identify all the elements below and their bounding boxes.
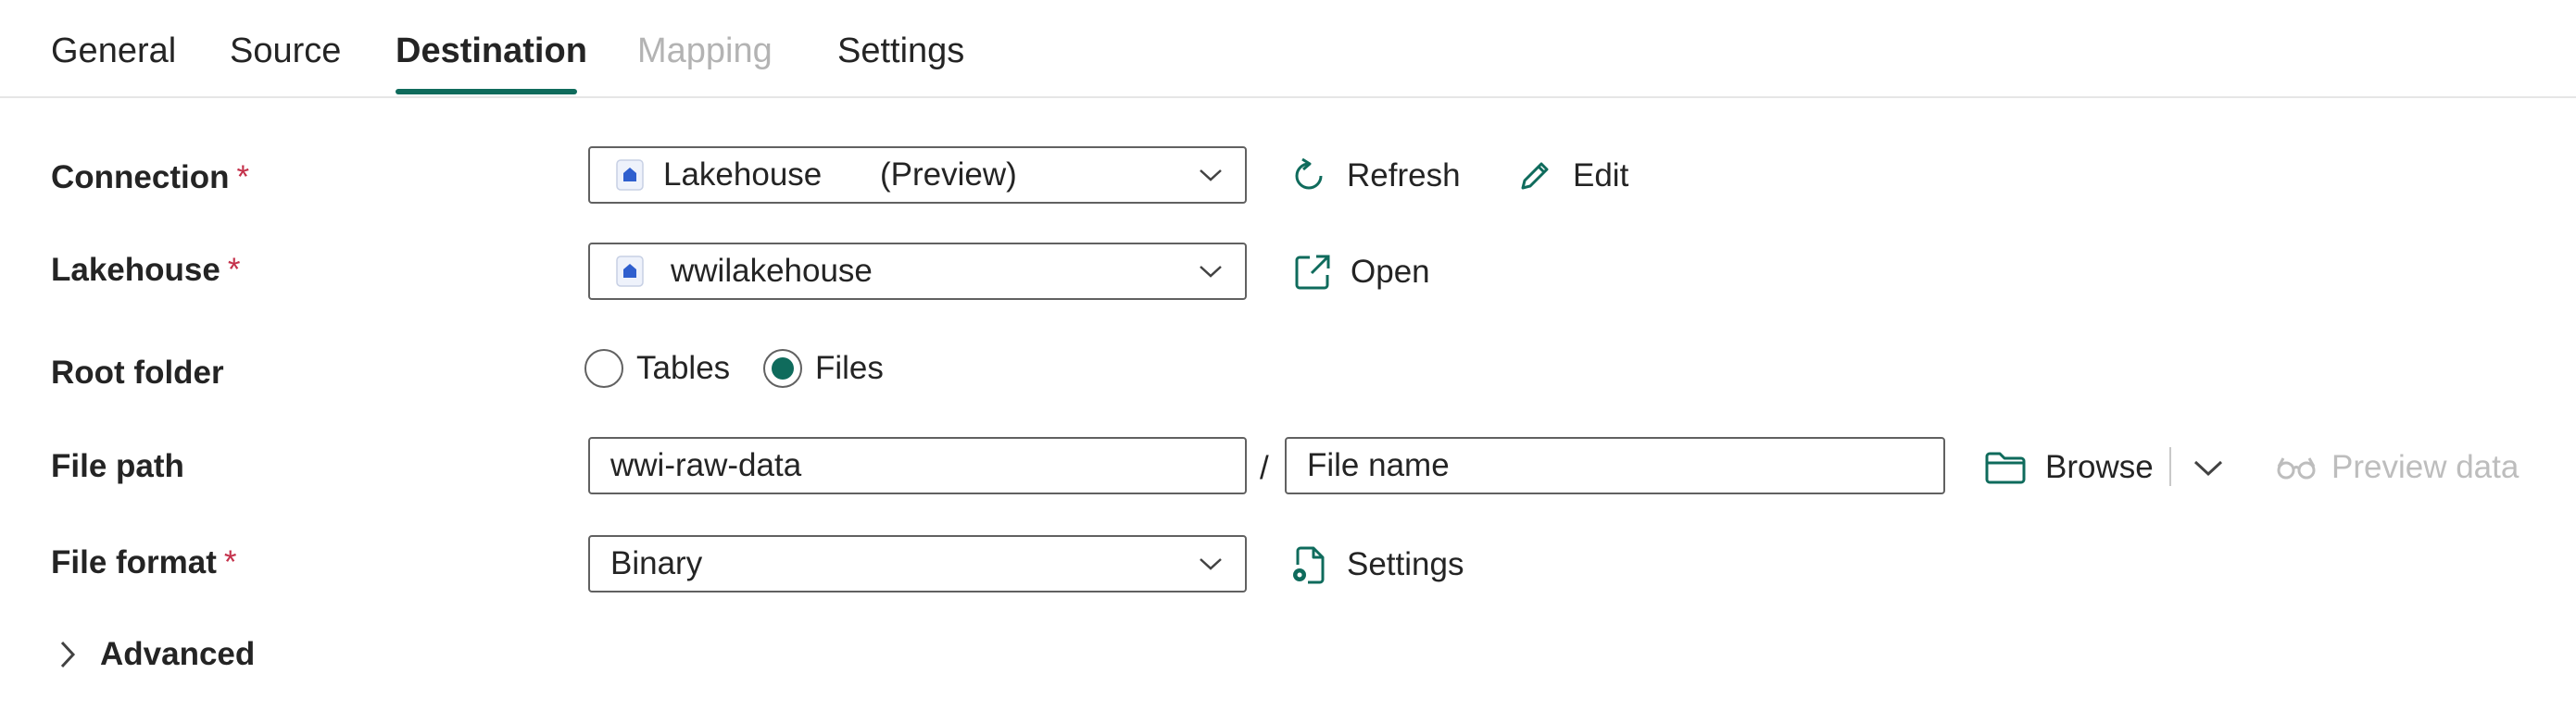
advanced-label: Advanced xyxy=(100,636,256,672)
pencil-icon xyxy=(1521,162,1549,190)
radio-selected-dot xyxy=(772,357,794,380)
tab-destination[interactable]: Destination xyxy=(396,31,587,71)
file-name-placeholder: File name xyxy=(1307,447,1450,483)
active-tab-indicator xyxy=(396,89,577,94)
tab-settings[interactable]: Settings xyxy=(837,31,964,71)
folder-icon xyxy=(1985,452,2026,484)
file-name-input[interactable]: File name xyxy=(1285,437,1945,494)
chevron-down-icon xyxy=(2193,460,2223,477)
connection-value: Lakehouse xyxy=(663,156,823,193)
required-mark: * xyxy=(223,544,237,580)
root-folder-tables-radio[interactable]: Tables xyxy=(584,349,730,388)
chevron-right-icon xyxy=(60,641,76,668)
tab-mapping: Mapping xyxy=(637,31,773,70)
edit-button[interactable]: Edit xyxy=(1515,154,1628,198)
connection-label: Connection * xyxy=(51,159,250,195)
chevron-down-icon xyxy=(1200,169,1222,181)
radio-circle xyxy=(763,349,802,388)
lakehouse-label: Lakehouse * xyxy=(51,252,241,288)
file-settings-icon xyxy=(1293,546,1325,584)
radio-label: Files xyxy=(815,350,884,386)
file-format-label: File format * xyxy=(51,544,237,580)
chevron-down-icon xyxy=(1200,266,1222,278)
format-settings-button[interactable]: Settings xyxy=(1289,543,1464,587)
lakehouse-icon xyxy=(616,256,644,287)
folder-path-value: wwi-raw-data xyxy=(610,447,802,483)
lakehouse-dropdown[interactable]: wwilakehouse xyxy=(588,243,1247,300)
lakehouse-value: wwilakehouse xyxy=(671,253,873,289)
required-mark: * xyxy=(236,159,250,195)
file-format-dropdown[interactable]: Binary xyxy=(588,535,1247,592)
open-external-icon xyxy=(1295,255,1330,290)
tab-bar: General Source Destination Mapping Setti… xyxy=(0,0,2576,98)
open-label: Open xyxy=(1351,254,1430,290)
file-format-value: Binary xyxy=(610,545,703,581)
connection-value-suffix: (Preview) xyxy=(880,156,1017,193)
file-path-label: File path xyxy=(51,448,184,484)
browse-label: Browse xyxy=(2045,449,2154,485)
folder-path-input[interactable]: wwi-raw-data xyxy=(588,437,1247,494)
browse-options-dropdown[interactable] xyxy=(2192,448,2225,487)
browse-button[interactable]: Browse xyxy=(1984,445,2154,490)
radio-label: Tables xyxy=(636,350,731,386)
refresh-icon xyxy=(1295,157,1323,190)
glasses-icon xyxy=(2277,457,2316,480)
required-mark: * xyxy=(227,252,241,288)
radio-circle xyxy=(584,349,623,388)
refresh-label: Refresh xyxy=(1347,157,1461,193)
edit-label: Edit xyxy=(1573,157,1629,193)
chevron-down-icon xyxy=(1200,558,1222,570)
root-folder-files-radio[interactable]: Files xyxy=(763,349,884,388)
preview-data-label: Preview data xyxy=(2331,449,2519,485)
lakehouse-icon xyxy=(616,159,644,191)
preview-data-button: Preview data xyxy=(2276,445,2519,490)
format-settings-label: Settings xyxy=(1347,546,1464,582)
path-separator: / xyxy=(1260,450,1269,486)
open-button[interactable]: Open xyxy=(1293,250,1430,294)
tab-source[interactable]: Source xyxy=(230,31,341,71)
connection-dropdown[interactable]: Lakehouse (Preview) xyxy=(588,146,1247,204)
split-button-divider xyxy=(2169,447,2171,486)
root-folder-label: Root folder xyxy=(51,355,224,391)
refresh-button[interactable]: Refresh xyxy=(1289,154,1461,198)
advanced-expander[interactable]: Advanced xyxy=(57,632,255,677)
tab-general[interactable]: General xyxy=(51,31,176,71)
